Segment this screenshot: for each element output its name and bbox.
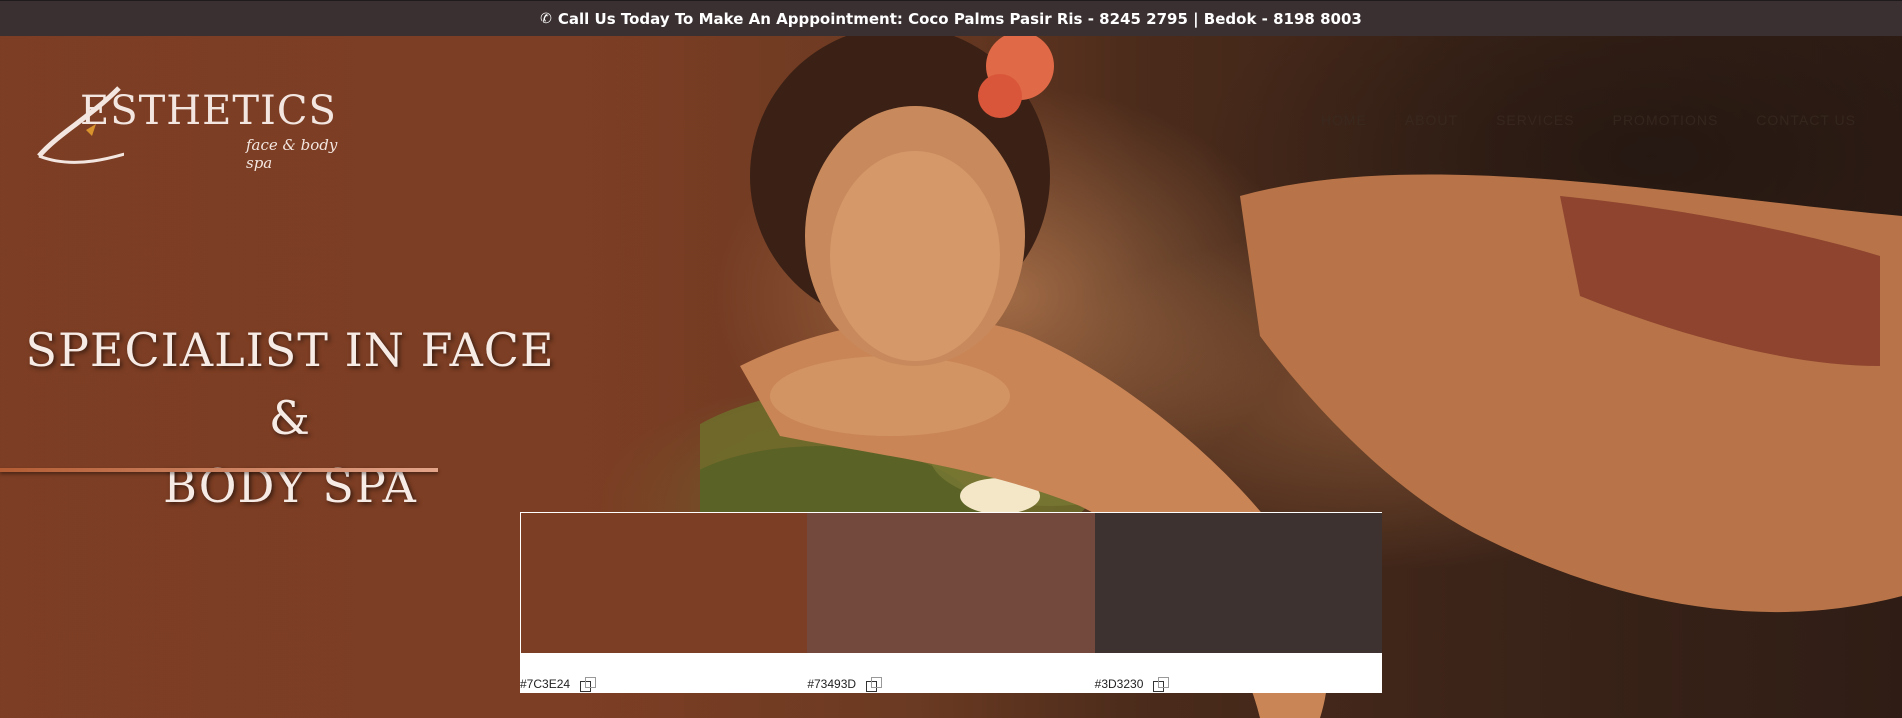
color-swatch[interactable]	[807, 512, 1095, 654]
nav-about[interactable]: ABOUT	[1405, 112, 1458, 128]
logo-wordmark: ESTHETICS	[80, 88, 337, 134]
brand-logo[interactable]: ESTHETICS face & body spa	[34, 78, 354, 172]
hero-headline: SPECIALIST IN FACE & BODY SPA	[0, 316, 580, 520]
phone-icon: ✆	[540, 10, 552, 27]
palette-swatch-2: #73493D	[807, 512, 1095, 693]
logo-tagline: face & body spa	[246, 136, 338, 172]
headline-line-1: SPECIALIST IN FACE &	[25, 323, 555, 445]
copy-icon[interactable]	[866, 677, 883, 692]
hex-code: #73493D	[807, 677, 857, 691]
copy-icon[interactable]	[580, 677, 597, 692]
contact-text: Call Us Today To Make An Apppointment: C…	[557, 9, 1362, 28]
color-palette-panel: #7C3E24 #73493D #3D3230	[520, 512, 1382, 693]
headline-line-2: BODY SPA	[163, 459, 417, 513]
color-swatch[interactable]	[520, 512, 808, 654]
palette-swatch-3: #3D3230	[1094, 512, 1382, 693]
hex-code: #7C3E24	[520, 677, 571, 691]
top-contact-bar: ✆ Call Us Today To Make An Apppointment:…	[0, 0, 1902, 36]
swatch-label: #7C3E24	[520, 653, 807, 693]
copy-icon[interactable]	[1153, 677, 1170, 692]
palette-swatch-1: #7C3E24	[520, 512, 808, 693]
swatch-label: #73493D	[807, 653, 1094, 693]
swatch-label: #3D3230	[1095, 653, 1382, 693]
color-swatch[interactable]	[1094, 512, 1382, 654]
headline-divider	[0, 468, 438, 472]
nav-home[interactable]: HOME	[1321, 112, 1367, 128]
hex-code: #3D3230	[1094, 677, 1144, 691]
nav-promotions[interactable]: PROMOTIONS	[1613, 112, 1719, 128]
nav-contact[interactable]: CONTACT US	[1756, 112, 1856, 128]
nav-services[interactable]: SERVICES	[1496, 112, 1575, 128]
main-nav: HOME ABOUT SERVICES PROMOTIONS CONTACT U…	[1321, 112, 1856, 128]
